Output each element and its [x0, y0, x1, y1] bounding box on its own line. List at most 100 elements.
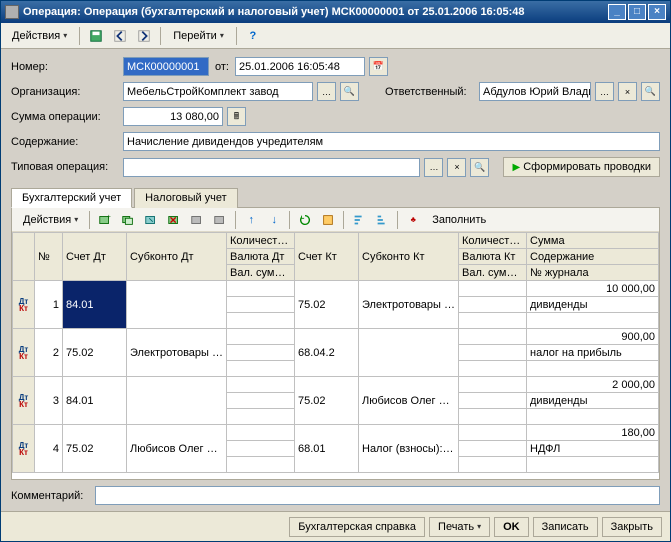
grid-actions-menu[interactable]: Действия: [16, 210, 85, 230]
cell-soder[interactable]: дивиденды: [527, 393, 659, 409]
col-cur-dt[interactable]: Валюта Дт: [227, 249, 295, 265]
move-end-icon[interactable]: [186, 210, 208, 230]
delete-row-icon[interactable]: [163, 210, 185, 230]
goto-menu[interactable]: Перейти: [166, 26, 231, 46]
cell-cur-dt[interactable]: [227, 441, 295, 457]
edit-row-icon[interactable]: [140, 210, 162, 230]
entries-grid[interactable]: № Счет Дт Субконто Дт Количест… Счет Кт …: [12, 232, 659, 479]
table-row[interactable]: ДтКт475.02Любисов Олег м…68.01Налог (взн…: [13, 425, 659, 441]
maximize-button[interactable]: □: [628, 4, 646, 20]
fill-icon[interactable]: ♣: [402, 210, 424, 230]
resp-open-icon[interactable]: 🔍: [641, 82, 660, 101]
table-row[interactable]: ДтКт384.0175.02Любисов Олег м…2 000,00: [13, 377, 659, 393]
cell-sum[interactable]: 2 000,00: [527, 377, 659, 393]
col-cur-kt[interactable]: Валюта Кт: [459, 249, 527, 265]
move-start-icon[interactable]: [209, 210, 231, 230]
table-row[interactable]: ДтКт275.02Электротовары …68.04.2900,00: [13, 329, 659, 345]
cell-sub-kt[interactable]: [359, 329, 459, 377]
col-valsum-dt[interactable]: Вал. сумм…: [227, 265, 295, 281]
refresh-icon[interactable]: [294, 210, 316, 230]
fill-button[interactable]: Заполнить: [425, 210, 493, 230]
cell-cur-kt[interactable]: [459, 345, 527, 361]
cell-valsum-dt[interactable]: [227, 361, 295, 377]
content-input[interactable]: Начисление дивидендов учредителям: [123, 132, 660, 151]
cell-n[interactable]: 4: [35, 425, 63, 473]
cell-qty-kt[interactable]: [459, 329, 527, 345]
settings-icon[interactable]: [317, 210, 339, 230]
cell-acct-dt[interactable]: 75.02: [63, 425, 127, 473]
cell-sub-dt[interactable]: Любисов Олег м…: [127, 425, 227, 473]
org-open-icon[interactable]: 🔍: [340, 82, 359, 101]
cell-sub-dt[interactable]: [127, 377, 227, 425]
form-entries-button[interactable]: ▶ Сформировать проводки: [503, 157, 660, 177]
col-acct-dt[interactable]: Счет Дт: [63, 233, 127, 281]
cell-valsum-kt[interactable]: [459, 457, 527, 473]
actions-menu[interactable]: Действия: [5, 26, 74, 46]
move-down-icon[interactable]: ↓: [263, 210, 285, 230]
nav-back-icon[interactable]: [109, 26, 131, 46]
cell-sub-kt[interactable]: Любисов Олег м…: [359, 377, 459, 425]
col-journal[interactable]: № журнала: [527, 265, 659, 281]
col-valsum-kt[interactable]: Вал. сумм…: [459, 265, 527, 281]
help-icon[interactable]: ?: [242, 26, 264, 46]
cell-soder[interactable]: НДФЛ: [527, 441, 659, 457]
cell-acct-kt[interactable]: 75.02: [295, 281, 359, 329]
calc-icon[interactable]: 🖩: [227, 107, 246, 126]
cell-journal[interactable]: [527, 361, 659, 377]
calendar-icon[interactable]: 📅: [369, 57, 388, 76]
col-qty-kt[interactable]: Количест…: [459, 233, 527, 249]
typical-input[interactable]: [123, 158, 420, 177]
cell-sub-kt[interactable]: Электротовары …: [359, 281, 459, 329]
cell-journal[interactable]: [527, 457, 659, 473]
comment-input[interactable]: [95, 486, 660, 505]
close-button[interactable]: ×: [648, 4, 666, 20]
col-sum[interactable]: Сумма: [527, 233, 659, 249]
cell-acct-dt[interactable]: 84.01: [63, 281, 127, 329]
typical-select-icon[interactable]: …: [424, 158, 443, 177]
resp-clear-icon[interactable]: ×: [618, 82, 637, 101]
cell-journal[interactable]: [527, 313, 659, 329]
cell-qty-kt[interactable]: [459, 425, 527, 441]
cell-cur-kt[interactable]: [459, 393, 527, 409]
cell-acct-kt[interactable]: 68.01: [295, 425, 359, 473]
print-button[interactable]: Печать: [429, 517, 490, 537]
col-icon[interactable]: [13, 233, 35, 281]
cell-valsum-kt[interactable]: [459, 313, 527, 329]
save-icon[interactable]: [85, 26, 107, 46]
cell-qty-dt[interactable]: [227, 377, 295, 393]
cell-valsum-dt[interactable]: [227, 409, 295, 425]
cell-cur-dt[interactable]: [227, 393, 295, 409]
table-row[interactable]: ДтКт184.0175.02Электротовары …10 000,00: [13, 281, 659, 297]
cell-acct-kt[interactable]: 75.02: [295, 377, 359, 425]
cell-sum[interactable]: 10 000,00: [527, 281, 659, 297]
cell-qty-kt[interactable]: [459, 281, 527, 297]
save-button[interactable]: Записать: [533, 517, 598, 537]
cell-valsum-kt[interactable]: [459, 409, 527, 425]
spravka-button[interactable]: Бухгалтерская справка: [289, 517, 425, 537]
cell-sum[interactable]: 180,00: [527, 425, 659, 441]
cell-sub-dt[interactable]: Электротовары …: [127, 329, 227, 377]
org-select-icon[interactable]: …: [317, 82, 336, 101]
cell-valsum-dt[interactable]: [227, 313, 295, 329]
cell-acct-kt[interactable]: 68.04.2: [295, 329, 359, 377]
cell-sub-dt[interactable]: [127, 281, 227, 329]
typical-clear-icon[interactable]: ×: [447, 158, 466, 177]
cell-qty-dt[interactable]: [227, 425, 295, 441]
cell-cur-dt[interactable]: [227, 297, 295, 313]
cell-n[interactable]: 2: [35, 329, 63, 377]
cell-journal[interactable]: [527, 409, 659, 425]
sum-input[interactable]: 13 080,00: [123, 107, 223, 126]
col-qty-dt[interactable]: Количест…: [227, 233, 295, 249]
number-input[interactable]: МСК00000001: [123, 57, 209, 76]
sort-asc-icon[interactable]: [348, 210, 370, 230]
add-row-icon[interactable]: +: [94, 210, 116, 230]
cell-sum[interactable]: 900,00: [527, 329, 659, 345]
close-footer-button[interactable]: Закрыть: [602, 517, 662, 537]
col-acct-kt[interactable]: Счет Кт: [295, 233, 359, 281]
nav-fwd-icon[interactable]: [133, 26, 155, 46]
cell-soder[interactable]: налог на прибыль: [527, 345, 659, 361]
cell-cur-kt[interactable]: [459, 441, 527, 457]
cell-cur-kt[interactable]: [459, 297, 527, 313]
sort-desc-icon[interactable]: [371, 210, 393, 230]
tab-tax[interactable]: Налоговый учет: [134, 188, 238, 208]
